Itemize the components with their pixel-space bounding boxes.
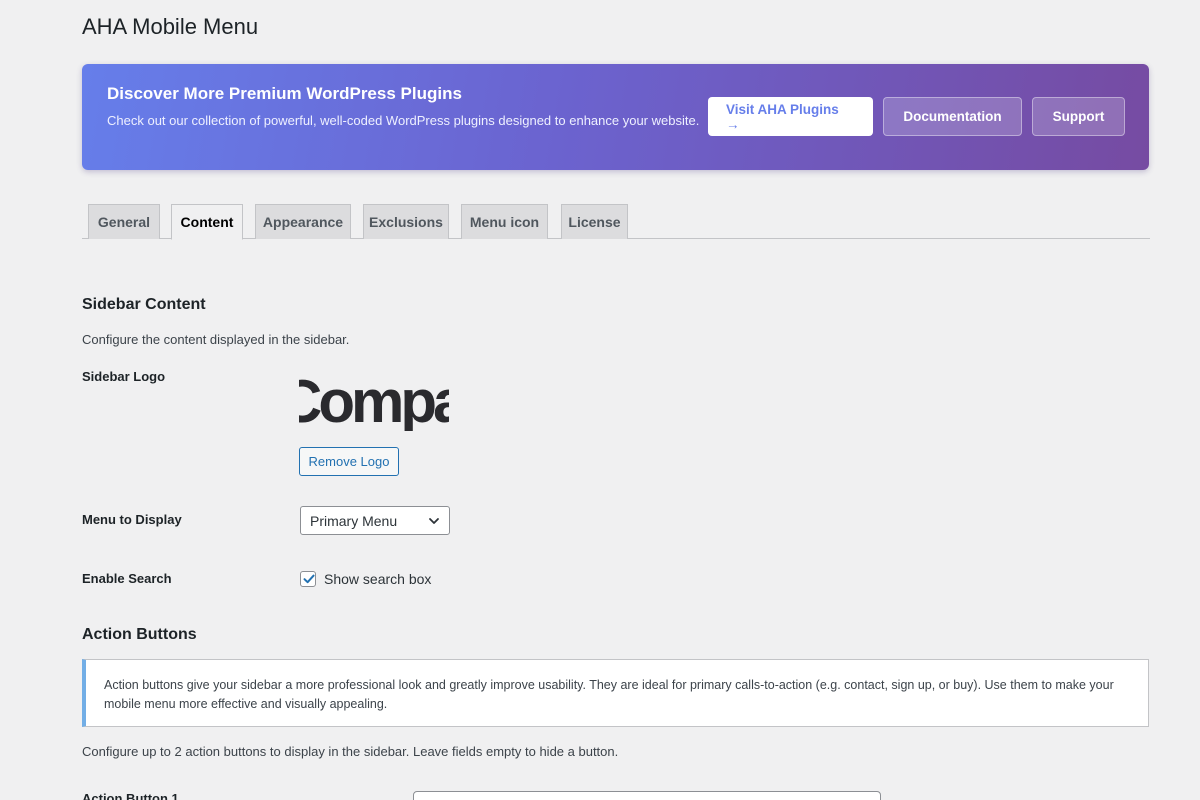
remove-logo-button[interactable]: Remove Logo <box>299 447 399 476</box>
show-search-box-checkbox[interactable] <box>300 571 316 587</box>
tab-content[interactable]: Content <box>171 204 243 240</box>
tab-license[interactable]: License <box>561 204 628 239</box>
tab-menu-icon[interactable]: Menu icon <box>461 204 548 239</box>
banner-title: Discover More Premium WordPress Plugins <box>107 84 462 103</box>
banner-description: Check out our collection of powerful, we… <box>107 113 700 128</box>
action-button-1-label: Action Button 1 <box>82 791 179 800</box>
action-buttons-notice-text: Action buttons give your sidebar a more … <box>104 678 1114 711</box>
promo-banner: Discover More Premium WordPress Plugins … <box>82 64 1149 170</box>
settings-tabs: General Content Appearance Exclusions Me… <box>82 204 1150 240</box>
documentation-button[interactable]: Documentation <box>883 97 1022 136</box>
sidebar-logo-preview: Compa <box>299 371 449 431</box>
action-button-1-text-field[interactable] <box>413 791 881 800</box>
action-buttons-heading: Action Buttons <box>82 626 197 643</box>
page-title: AHA Mobile Menu <box>82 14 259 39</box>
sidebar-content-heading: Sidebar Content <box>82 296 206 313</box>
logo-image-text: Compa <box>299 371 449 431</box>
menu-select-value: Primary Menu <box>310 512 398 529</box>
show-search-box-label: Show search box <box>324 571 432 587</box>
enable-search-label: Enable Search <box>82 571 172 586</box>
tab-general[interactable]: General <box>88 204 160 239</box>
action-buttons-notice: Action buttons give your sidebar a more … <box>82 659 1149 727</box>
menu-to-display-label: Menu to Display <box>82 512 182 527</box>
tab-appearance[interactable]: Appearance <box>255 204 351 239</box>
banner-buttons: Visit AHA Plugins → Documentation Suppor… <box>708 97 1125 136</box>
sidebar-logo-label: Sidebar Logo <box>82 369 166 384</box>
sidebar-content-description: Configure the content displayed in the s… <box>82 332 350 347</box>
show-search-box-option[interactable]: Show search box <box>300 571 431 587</box>
support-button[interactable]: Support <box>1032 97 1125 136</box>
tab-exclusions[interactable]: Exclusions <box>363 204 449 239</box>
visit-aha-plugins-button[interactable]: Visit AHA Plugins → <box>708 97 873 136</box>
checkmark-icon <box>303 574 315 584</box>
action-buttons-description: Configure up to 2 action buttons to disp… <box>82 744 619 759</box>
menu-select[interactable]: Primary Menu <box>300 506 450 535</box>
chevron-down-icon <box>429 518 439 524</box>
